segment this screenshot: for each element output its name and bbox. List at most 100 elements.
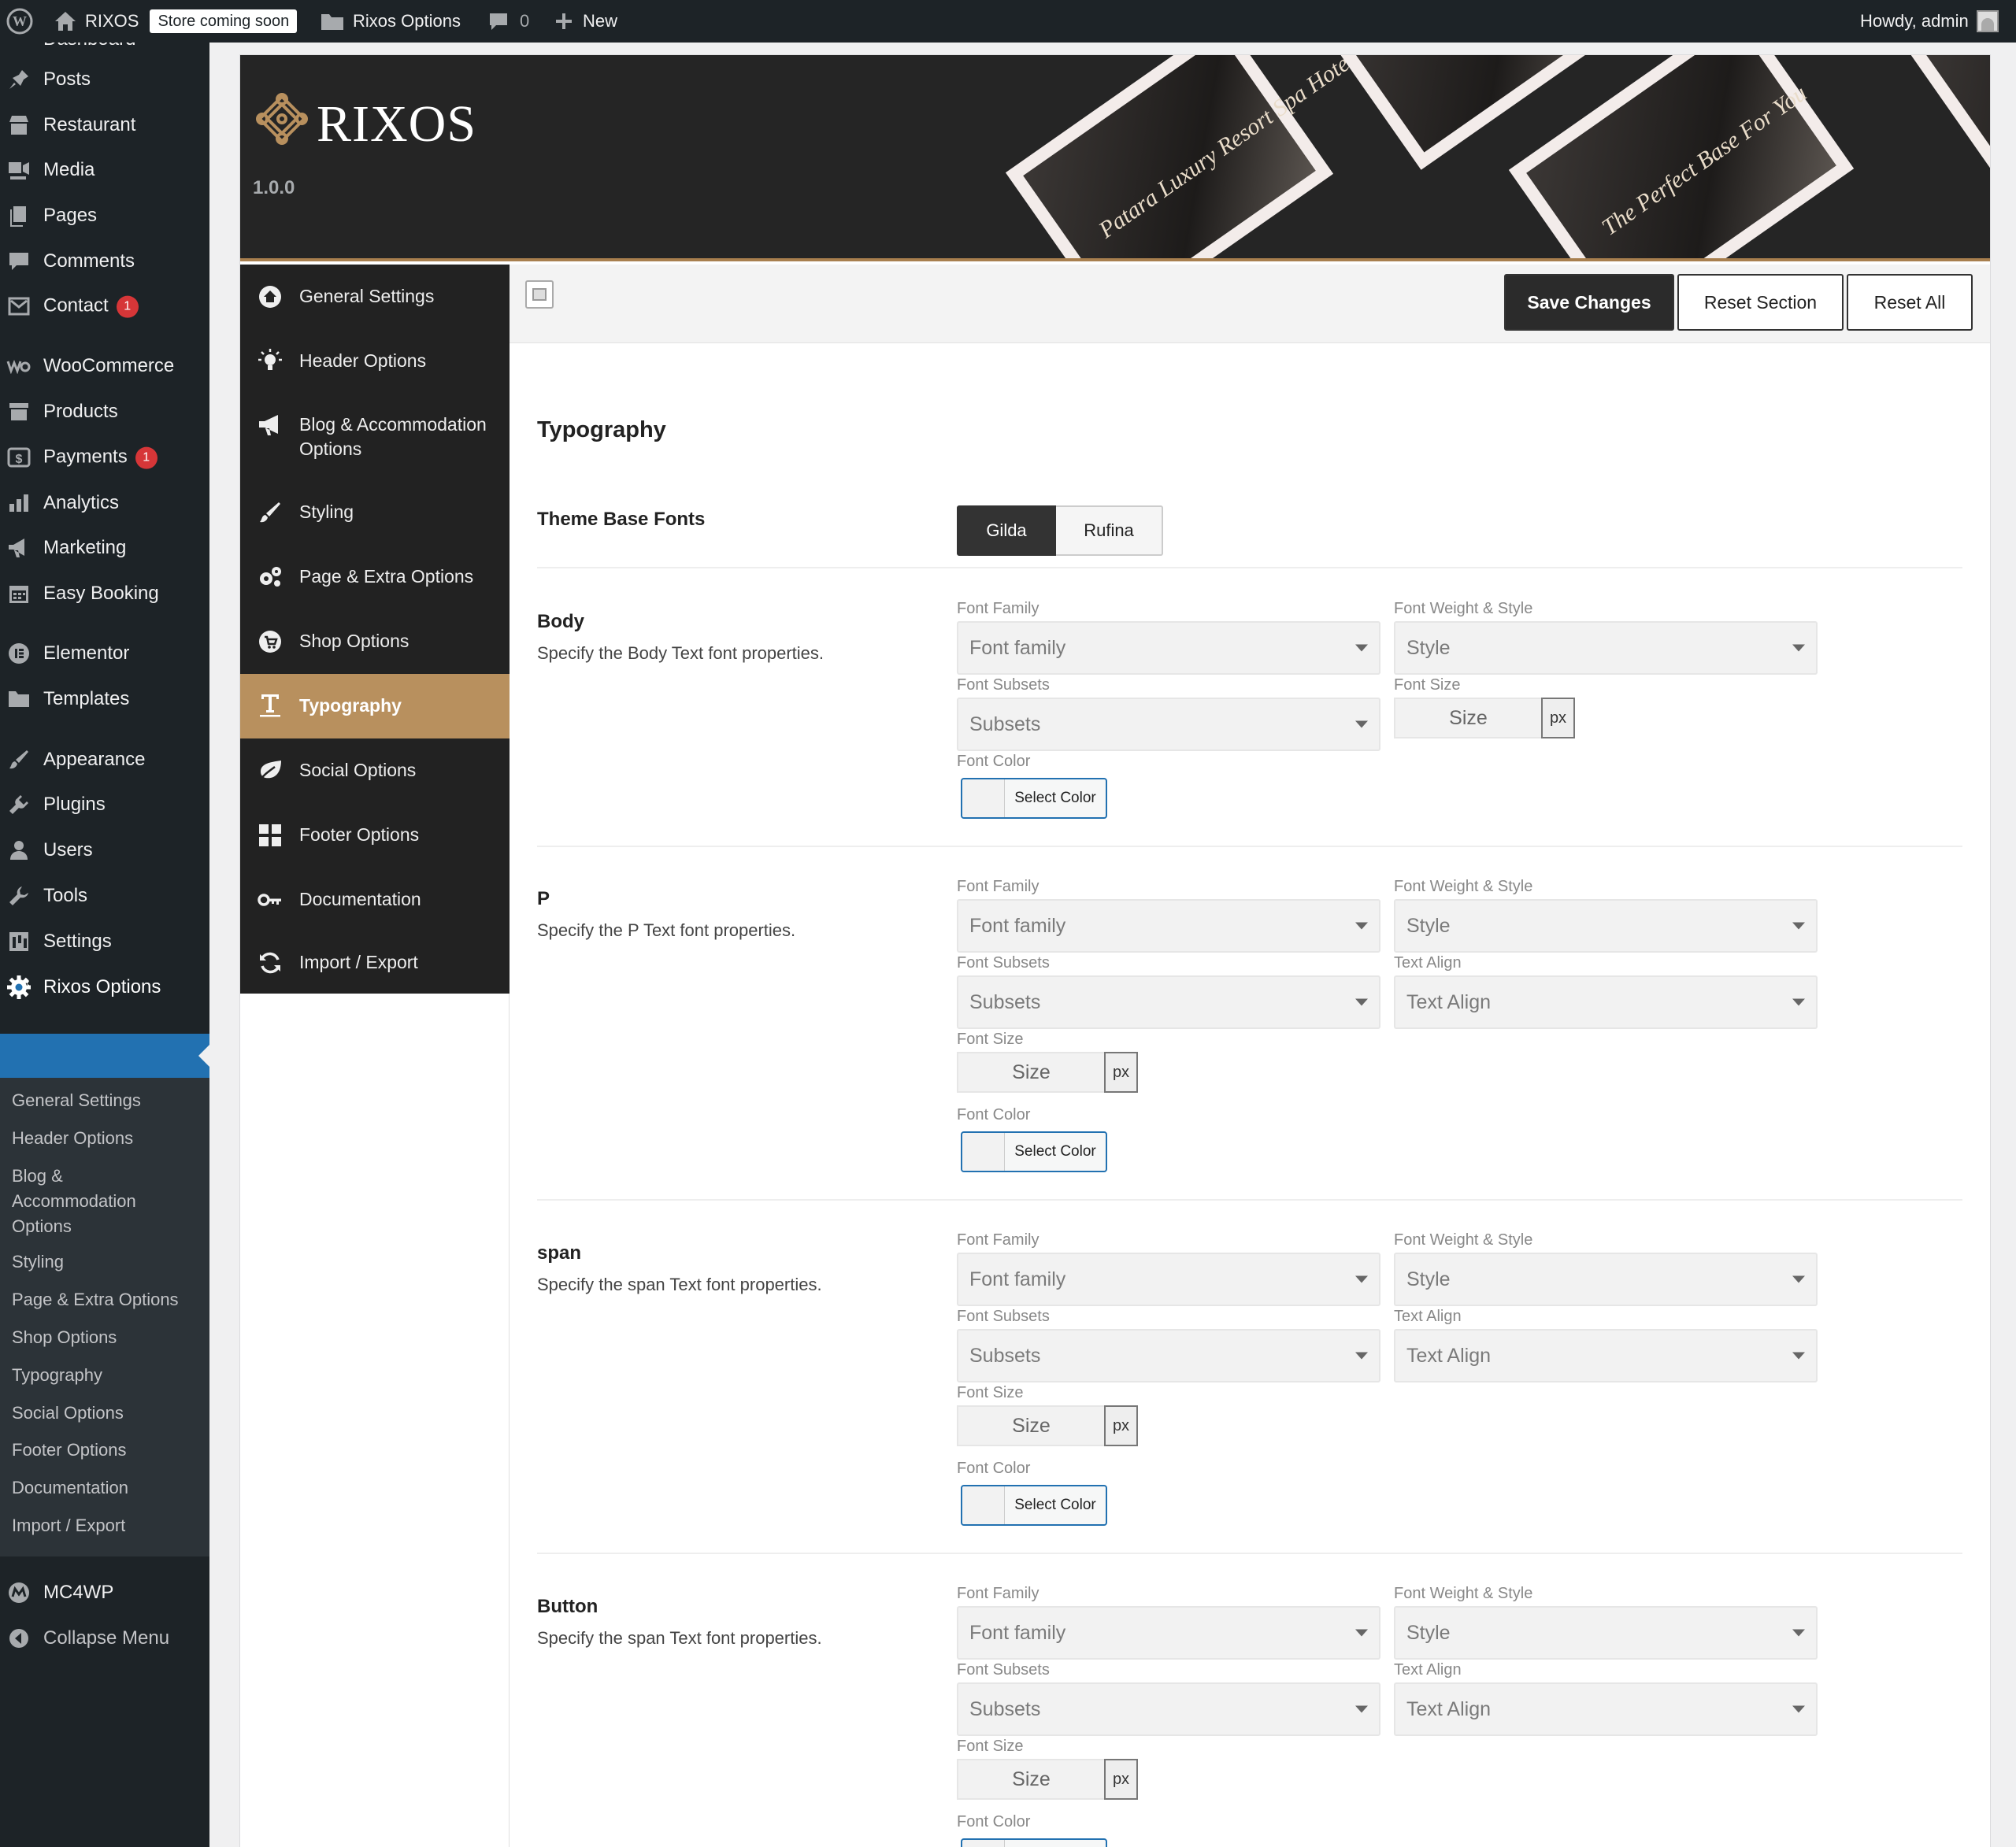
button-font-weight-select[interactable]: Style <box>1394 1606 1818 1660</box>
menu-item-payments[interactable]: $ Payments 1 <box>0 435 209 479</box>
menu-item-plugins[interactable]: Plugins <box>0 783 209 827</box>
submenu-blog-accommodation[interactable]: Blog & Accommodation Options <box>12 1164 169 1239</box>
menu-item-marketing[interactable]: Marketing <box>0 526 209 570</box>
nav-documentation[interactable]: Documentation <box>240 868 510 932</box>
mc4wp-icon <box>6 1580 32 1605</box>
menu-item-appearance[interactable]: Appearance <box>0 738 209 782</box>
menu-item-pages[interactable]: Pages <box>0 194 209 238</box>
menu-item-templates[interactable]: Templates <box>0 677 209 721</box>
span-font-weight-select[interactable]: Style <box>1394 1253 1818 1306</box>
store-status-badge[interactable]: Store coming soon <box>150 9 298 33</box>
nav-typography[interactable]: Typography <box>240 674 510 738</box>
menu-label: WooCommerce <box>43 355 175 376</box>
menu-item-posts[interactable]: Posts <box>0 57 209 102</box>
media-icon <box>6 157 32 183</box>
p-font-size-input[interactable]: Size px <box>957 1052 1138 1093</box>
nav-blog-accommodation[interactable]: Blog & Accommodation Options <box>240 394 510 480</box>
banner-screenshot <box>1902 55 1990 198</box>
span-font-color-button[interactable]: Select Color <box>961 1485 1107 1526</box>
nav-social-options[interactable]: Social Options <box>240 738 510 803</box>
reset-section-button[interactable]: Reset Section <box>1677 274 1844 331</box>
menu-item-elementor[interactable]: Elementor <box>0 631 209 676</box>
body-font-weight-select[interactable]: Style <box>1394 621 1818 675</box>
home-icon <box>258 284 283 309</box>
menu-item-woocommerce[interactable]: WooCommerce <box>0 344 209 388</box>
span-font-size-input[interactable]: Size px <box>957 1405 1138 1446</box>
button-font-color-button[interactable]: Select Color <box>961 1838 1107 1847</box>
menu-item-rixos-options-current[interactable] <box>0 1034 209 1078</box>
menu-item-restaurant[interactable]: Restaurant <box>0 103 209 147</box>
p-font-subsets-select[interactable]: Subsets <box>957 975 1380 1029</box>
menu-label: Plugins <box>43 794 106 815</box>
p-font-family-select[interactable]: Font family <box>957 899 1380 953</box>
p-text-align-select[interactable]: Text Align <box>1394 975 1818 1029</box>
submenu-page-extra-options[interactable]: Page & Extra Options <box>12 1287 179 1312</box>
size-placeholder: Size <box>957 1405 1104 1446</box>
menu-item-users[interactable]: Users <box>0 828 209 872</box>
button-font-family-select[interactable]: Font family <box>957 1606 1380 1660</box>
span-font-family-select[interactable]: Font family <box>957 1253 1380 1306</box>
submenu-shop-options[interactable]: Shop Options <box>12 1325 117 1350</box>
site-home-link[interactable]: RIXOS Store coming soon <box>54 0 298 43</box>
submenu-general-settings[interactable]: General Settings <box>12 1088 141 1113</box>
menu-item-mc4wp[interactable]: MC4WP <box>0 1571 209 1615</box>
span-font-subsets-select[interactable]: Subsets <box>957 1329 1380 1382</box>
nav-general-settings[interactable]: General Settings <box>240 265 510 329</box>
submenu-footer-options[interactable]: Footer Options <box>12 1438 127 1463</box>
nav-styling[interactable]: Styling <box>240 480 510 545</box>
font-option-rufina[interactable]: Rufina <box>1056 505 1163 556</box>
button-text-align-select[interactable]: Text Align <box>1394 1682 1818 1736</box>
span-text-align-select[interactable]: Text Align <box>1394 1329 1818 1382</box>
font-option-gilda[interactable]: Gilda <box>957 505 1056 556</box>
button-font-subsets-select[interactable]: Subsets <box>957 1682 1380 1736</box>
size-placeholder: Size <box>1394 698 1541 738</box>
body-font-subsets-select[interactable]: Subsets <box>957 698 1380 751</box>
collapse-menu-button[interactable]: Collapse Menu <box>0 1616 209 1660</box>
menu-item-comments[interactable]: Comments <box>0 239 209 283</box>
button-font-size-input[interactable]: Size px <box>957 1759 1138 1800</box>
body-font-family-select[interactable]: Font family <box>957 621 1380 675</box>
menu-item-media[interactable]: Media <box>0 148 209 192</box>
submenu-documentation[interactable]: Documentation <box>12 1475 128 1501</box>
submenu-import-export[interactable]: Import / Export <box>12 1513 125 1538</box>
options-link[interactable]: Rixos Options <box>320 0 461 43</box>
nav-footer-options[interactable]: Footer Options <box>240 803 510 868</box>
p-font-color-button[interactable]: Select Color <box>961 1131 1107 1172</box>
account-menu[interactable]: Howdy, admin <box>1860 0 1999 43</box>
menu-item-tools[interactable]: Tools <box>0 874 209 918</box>
dropdown-caret-icon <box>1792 1629 1805 1637</box>
submenu-social-options[interactable]: Social Options <box>12 1401 124 1426</box>
menu-label: Elementor <box>43 642 130 664</box>
expand-options-icon[interactable] <box>525 280 554 309</box>
save-changes-button[interactable]: Save Changes <box>1504 274 1674 331</box>
menu-item-analytics[interactable]: Analytics <box>0 481 209 525</box>
menu-item-products[interactable]: Products <box>0 390 209 434</box>
menu-label: Tools <box>43 885 88 906</box>
menu-item-easy-booking[interactable]: Easy Booking <box>0 572 209 616</box>
body-font-color-button[interactable]: Select Color <box>961 778 1107 819</box>
reset-all-button[interactable]: Reset All <box>1847 274 1973 331</box>
archive-icon <box>6 399 32 424</box>
body-font-size-input[interactable]: Size px <box>1394 698 1575 738</box>
p-font-weight-select[interactable]: Style <box>1394 899 1818 953</box>
comments-link[interactable]: 0 <box>488 0 529 43</box>
submenu-header-options[interactable]: Header Options <box>12 1126 133 1151</box>
menu-item-settings[interactable]: Settings <box>0 920 209 964</box>
nav-shop-options[interactable]: Shop Options <box>240 609 510 674</box>
new-content-link[interactable]: New <box>554 0 617 43</box>
submenu-styling[interactable]: Styling <box>12 1249 64 1275</box>
row-title-body: Body <box>537 611 584 632</box>
menu-item-rixos-options[interactable]: Rixos Options <box>0 965 209 1009</box>
menu-label: Restaurant <box>43 114 136 135</box>
menu-item-contact[interactable]: Contact 1 <box>0 284 209 328</box>
admin-menu: Dashboard Posts Restaurant Media Pages C… <box>0 43 209 1847</box>
size-placeholder: Size <box>957 1759 1104 1800</box>
nav-label: Blog & Accommodation Options <box>299 414 487 459</box>
nav-label: Page & Extra Options <box>299 566 474 587</box>
row-title-span: span <box>537 1242 582 1264</box>
wordpress-logo-icon[interactable]: W <box>6 0 33 43</box>
submenu-typography[interactable]: Typography <box>12 1363 102 1388</box>
nav-import-export[interactable]: Import / Export <box>240 932 510 994</box>
nav-page-extra-options[interactable]: Page & Extra Options <box>240 545 510 609</box>
nav-header-options[interactable]: Header Options <box>240 329 510 394</box>
